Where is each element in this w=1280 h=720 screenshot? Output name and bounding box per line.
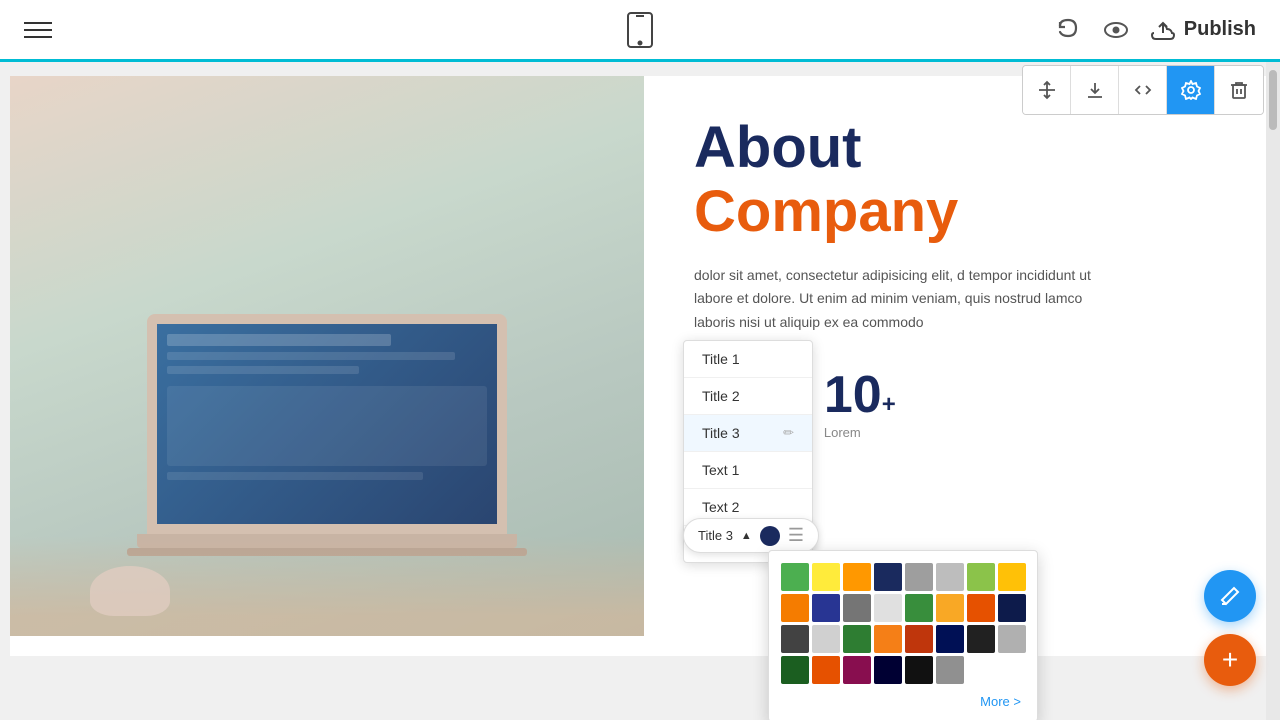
hamburger-menu[interactable]: [24, 22, 52, 38]
about-title-2: Company: [694, 180, 1220, 244]
color-cell[interactable]: [936, 656, 964, 684]
undo-button[interactable]: [1054, 16, 1082, 44]
color-cell[interactable]: [998, 594, 1026, 622]
dropdown-item-text1[interactable]: Text 1: [684, 452, 812, 489]
color-palette: More >: [768, 550, 1038, 720]
canvas: About Company dolor sit amet, consectetu…: [0, 62, 1280, 720]
toolbar-code-button[interactable]: [1119, 66, 1167, 114]
topbar-left: [24, 22, 52, 38]
color-cell[interactable]: [874, 563, 902, 591]
fab-edit-button[interactable]: [1204, 570, 1256, 622]
dropdown-item-title1[interactable]: Title 1: [684, 341, 812, 378]
color-cell[interactable]: [905, 594, 933, 622]
color-cell[interactable]: [781, 594, 809, 622]
color-cell[interactable]: [843, 563, 871, 591]
palette-more-button[interactable]: More >: [781, 694, 1025, 709]
color-cell[interactable]: [998, 563, 1026, 591]
color-cell[interactable]: [936, 563, 964, 591]
stat-2: 10+ Lorem: [824, 365, 896, 440]
color-cell[interactable]: [812, 656, 840, 684]
color-cell[interactable]: [812, 594, 840, 622]
about-image: [10, 76, 644, 636]
toolbar-download-button[interactable]: [1071, 66, 1119, 114]
publish-button[interactable]: Publish: [1150, 18, 1256, 41]
color-cell[interactable]: [874, 656, 902, 684]
align-icon[interactable]: ☰: [788, 525, 804, 546]
fab-add-icon: +: [1222, 644, 1238, 676]
color-cell[interactable]: [936, 625, 964, 653]
scroll-thumb: [1269, 70, 1277, 130]
color-cell[interactable]: [905, 563, 933, 591]
stat-2-label: Lorem: [824, 425, 896, 440]
component-toolbar: [1022, 65, 1264, 115]
fab-add-button[interactable]: +: [1204, 634, 1256, 686]
stat-2-number: 10+: [824, 365, 896, 425]
color-cell[interactable]: [874, 625, 902, 653]
mobile-preview-button[interactable]: [626, 11, 654, 49]
format-bar-label: Title 3: [698, 528, 733, 543]
color-cell[interactable]: [843, 625, 871, 653]
format-bar: Title 3 ▲ ☰: [683, 518, 819, 553]
about-section: About Company dolor sit amet, consectetu…: [10, 76, 1270, 656]
scrollbar[interactable]: [1266, 62, 1280, 720]
publish-label: Publish: [1184, 18, 1256, 41]
color-cell[interactable]: [781, 656, 809, 684]
topbar-center: [626, 11, 654, 49]
color-grid: [781, 563, 1025, 684]
about-title-1: About: [694, 116, 1220, 180]
color-cell[interactable]: [812, 625, 840, 653]
format-bar-arrow[interactable]: ▲: [741, 530, 752, 542]
edit-icon: ✏: [783, 425, 794, 441]
color-cell[interactable]: [843, 594, 871, 622]
about-body-text: dolor sit amet, consectetur adipisicing …: [694, 264, 1114, 335]
preview-button[interactable]: [1102, 16, 1130, 44]
topbar: Publish: [0, 0, 1280, 62]
color-cell[interactable]: [843, 656, 871, 684]
toolbar-delete-button[interactable]: [1215, 66, 1263, 114]
color-cell[interactable]: [905, 656, 933, 684]
color-cell[interactable]: [936, 594, 964, 622]
color-cell[interactable]: [967, 594, 995, 622]
color-cell[interactable]: [874, 594, 902, 622]
color-cell[interactable]: [998, 625, 1026, 653]
color-cell[interactable]: [967, 563, 995, 591]
toolbar-settings-button[interactable]: [1167, 66, 1215, 114]
color-cell[interactable]: [781, 563, 809, 591]
color-cell[interactable]: [812, 563, 840, 591]
topbar-right: Publish: [1054, 16, 1256, 44]
color-cell[interactable]: [905, 625, 933, 653]
color-cell[interactable]: [967, 625, 995, 653]
dropdown-item-title2[interactable]: Title 2: [684, 378, 812, 415]
dropdown-item-title3[interactable]: Title 3 ✏: [684, 415, 812, 452]
toolbar-move-button[interactable]: [1023, 66, 1071, 114]
color-cell[interactable]: [781, 625, 809, 653]
color-dot[interactable]: [760, 526, 780, 546]
